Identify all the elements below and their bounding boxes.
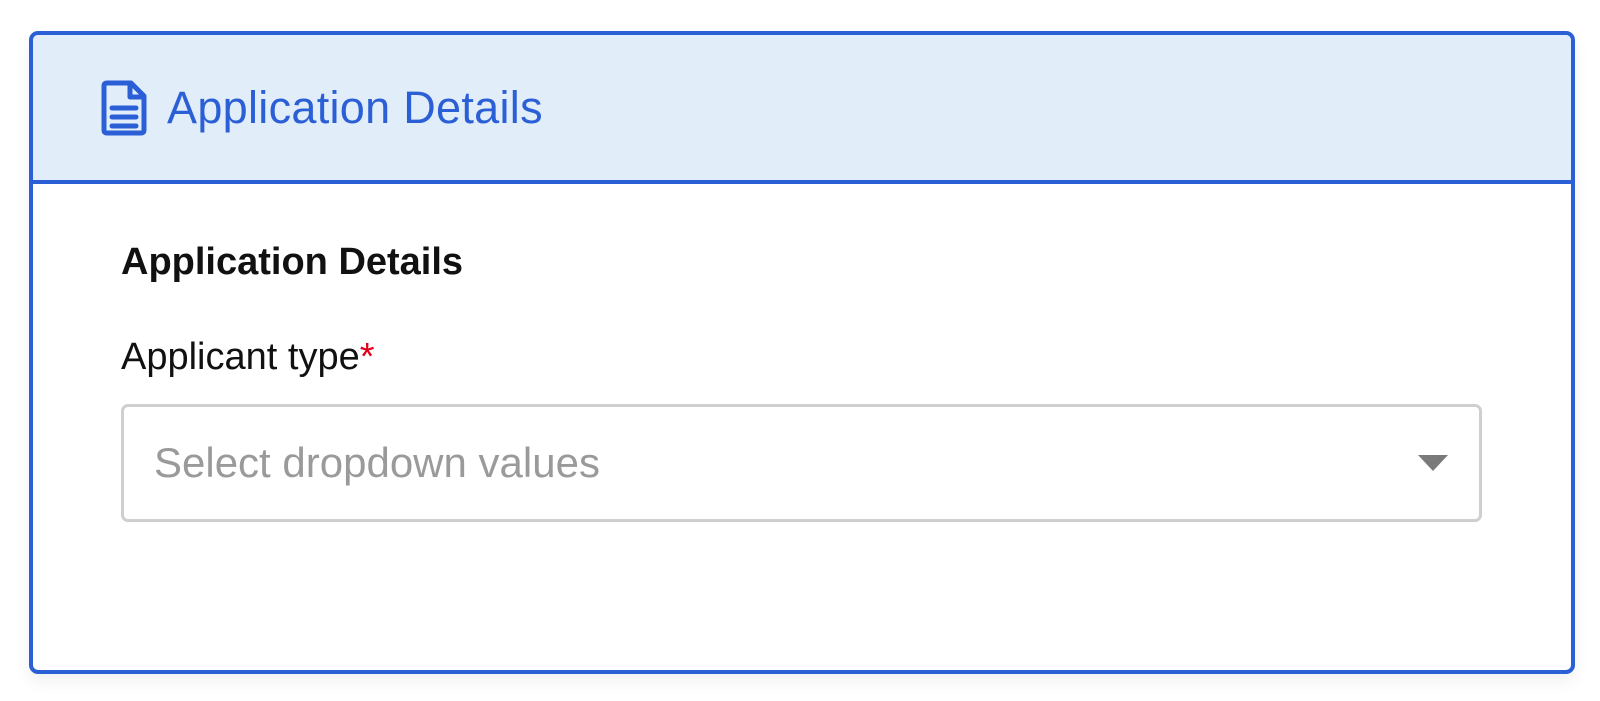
section-title: Application Details — [121, 241, 464, 283]
card-header-title: Application Details — [167, 81, 543, 133]
document-icon — [101, 80, 147, 136]
application-details-card: Application Details Application Details … — [29, 31, 1575, 674]
card-header: Application Details — [33, 35, 1571, 184]
caret-down-icon[interactable] — [1418, 455, 1448, 471]
applicant-type-label-text: Applicant type — [121, 336, 360, 378]
card-body: Application Details Applicant type* Sele… — [33, 184, 1571, 522]
dropdown-placeholder: Select dropdown values — [154, 439, 600, 486]
applicant-type-dropdown[interactable]: Select dropdown values — [121, 404, 1482, 522]
applicant-type-label: Applicant type* — [121, 334, 1482, 380]
required-marker: * — [359, 336, 375, 378]
